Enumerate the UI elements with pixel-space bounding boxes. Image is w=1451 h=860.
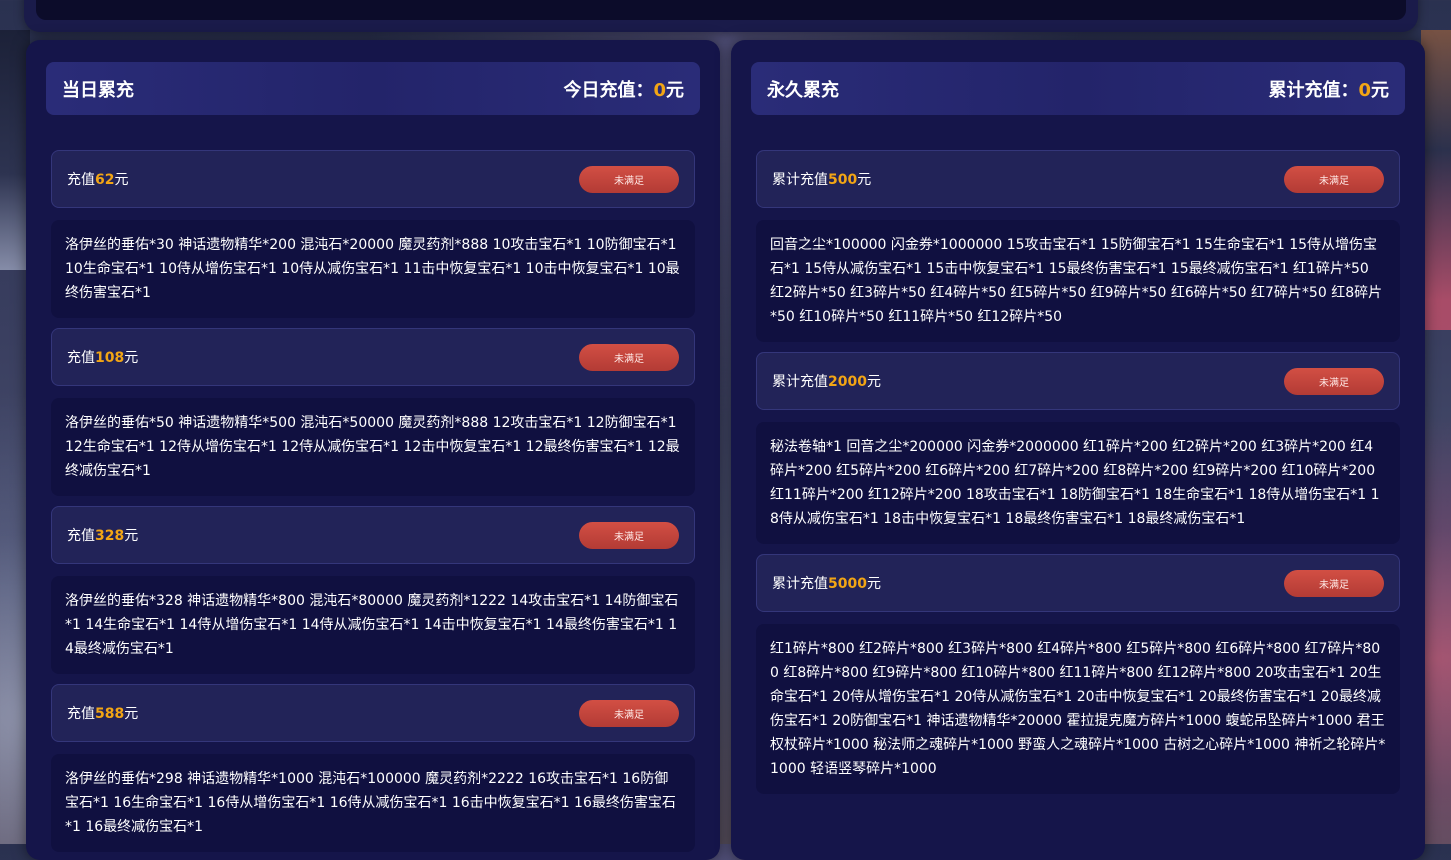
daily-total-unit: 元 xyxy=(666,79,684,101)
tier-amount: 5000 xyxy=(828,576,867,592)
daily-tier-588: 充值588元 未满足 xyxy=(51,684,695,742)
tier-amount: 2000 xyxy=(828,374,867,390)
permanent-tier-2000: 累计充值2000元 未满足 xyxy=(756,352,1400,410)
permanent-total-unit: 元 xyxy=(1371,79,1389,101)
tier-prefix: 累计充值 xyxy=(772,374,828,390)
reward-list: 秘法卷轴*1 回音之尘*200000 闪金券*2000000 红1碎片*200 … xyxy=(756,422,1400,544)
top-banner xyxy=(24,0,1418,32)
tier-unit: 元 xyxy=(114,172,129,188)
tier-amount: 328 xyxy=(95,528,125,544)
tier-unit: 元 xyxy=(866,576,881,592)
tier-label: 累计充值2000元 xyxy=(772,371,881,391)
reward-list: 洛伊丝的垂佑*328 神话遗物精华*800 混沌石*80000 魔灵药剂*122… xyxy=(51,576,695,674)
daily-total-amount: 0 xyxy=(653,79,666,101)
tier-label: 充值108元 xyxy=(67,347,138,367)
tier-label: 充值328元 xyxy=(67,525,138,545)
tier-label: 累计充值500元 xyxy=(772,169,871,189)
daily-total: 今日充值：0元 xyxy=(563,76,684,102)
tier-prefix: 充值 xyxy=(67,528,95,544)
tier-unit: 元 xyxy=(866,374,881,390)
permanent-total-label: 累计充值： xyxy=(1268,79,1359,101)
daily-total-label: 今日充值： xyxy=(563,79,654,101)
permanent-recharge-panel: 永久累充 累计充值：0元 累计充值500元 未满足 回音之尘*100000 闪金… xyxy=(731,40,1425,860)
permanent-total: 累计充值：0元 xyxy=(1268,76,1389,102)
daily-tier-328: 充值328元 未满足 xyxy=(51,506,695,564)
permanent-tier-500: 累计充值500元 未满足 xyxy=(756,150,1400,208)
daily-tier-62: 充值62元 未满足 xyxy=(51,150,695,208)
reward-list: 红1碎片*800 红2碎片*800 红3碎片*800 红4碎片*800 红5碎片… xyxy=(756,624,1400,794)
top-banner-inner xyxy=(36,0,1406,20)
tier-prefix: 充值 xyxy=(67,172,95,188)
background-art-right xyxy=(1421,30,1451,330)
tier-amount: 62 xyxy=(95,172,115,188)
not-met-button[interactable]: 未满足 xyxy=(1284,367,1384,395)
tier-prefix: 累计充值 xyxy=(772,576,828,592)
tier-prefix: 累计充值 xyxy=(772,172,828,188)
not-met-button[interactable]: 未满足 xyxy=(1284,165,1384,193)
tier-unit: 元 xyxy=(124,528,139,544)
daily-tier-list: 充值62元 未满足 洛伊丝的垂佑*30 神话遗物精华*200 混沌石*20000… xyxy=(51,150,695,860)
not-met-button[interactable]: 未满足 xyxy=(579,699,679,727)
reward-list: 洛伊丝的垂佑*30 神话遗物精华*200 混沌石*20000 魔灵药剂*888 … xyxy=(51,220,695,318)
permanent-tier-5000: 累计充值5000元 未满足 xyxy=(756,554,1400,612)
not-met-button[interactable]: 未满足 xyxy=(579,521,679,549)
tier-prefix: 充值 xyxy=(67,350,95,366)
permanent-panel-title: 永久累充 xyxy=(767,79,839,101)
tier-label: 充值588元 xyxy=(67,703,138,723)
tier-label: 累计充值5000元 xyxy=(772,573,881,593)
reward-list: 回音之尘*100000 闪金券*1000000 15攻击宝石*1 15防御宝石*… xyxy=(756,220,1400,342)
tier-unit: 元 xyxy=(124,706,139,722)
daily-panel-title: 当日累充 xyxy=(62,79,134,101)
tier-prefix: 充值 xyxy=(67,706,95,722)
permanent-panel-header: 永久累充 累计充值：0元 xyxy=(751,62,1405,115)
not-met-button[interactable]: 未满足 xyxy=(1284,569,1384,597)
tier-amount: 588 xyxy=(95,706,125,722)
daily-recharge-panel: 当日累充 今日充值：0元 充值62元 未满足 洛伊丝的垂佑*30 神话遗物精华*… xyxy=(26,40,720,860)
daily-tier-108: 充值108元 未满足 xyxy=(51,328,695,386)
tier-unit: 元 xyxy=(857,172,872,188)
tier-unit: 元 xyxy=(124,350,139,366)
daily-panel-header: 当日累充 今日充值：0元 xyxy=(46,62,700,115)
tier-label: 充值62元 xyxy=(67,169,128,189)
not-met-button[interactable]: 未满足 xyxy=(579,165,679,193)
reward-list: 洛伊丝的垂佑*50 神话遗物精华*500 混沌石*50000 魔灵药剂*888 … xyxy=(51,398,695,496)
reward-list: 洛伊丝的垂佑*298 神话遗物精华*1000 混沌石*100000 魔灵药剂*2… xyxy=(51,754,695,852)
not-met-button[interactable]: 未满足 xyxy=(579,343,679,371)
tier-amount: 108 xyxy=(95,350,125,366)
tier-amount: 500 xyxy=(828,172,858,188)
permanent-total-amount: 0 xyxy=(1358,79,1371,101)
permanent-tier-list: 累计充值500元 未满足 回音之尘*100000 闪金券*1000000 15攻… xyxy=(756,150,1400,804)
